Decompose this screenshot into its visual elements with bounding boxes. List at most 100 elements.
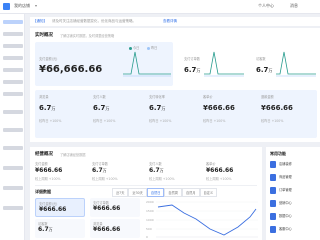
app-root: 我的店铺 ▾ 个人中心 消息 【通知】 请及时关注店铺经营数据变化，优化商品与运… <box>0 0 320 240</box>
metric-value: 6.7万 <box>39 104 56 112</box>
data-icon <box>270 213 276 220</box>
metric-compare: 较昨日 +100% <box>261 119 284 123</box>
metric-compare: 较昨日 +100% <box>93 119 116 123</box>
divider <box>35 185 257 186</box>
overview-title: 经营概况 <box>35 152 53 157</box>
y-tick: 2000 <box>146 200 154 204</box>
orders-label: 支付订单数 <box>184 57 200 61</box>
trend-chart: 2000 1500 1000 500 0 <box>146 200 258 239</box>
shortcut-label: 店铺装修 <box>279 162 292 166</box>
metric-compare: 较上周期 +100% <box>92 177 118 181</box>
visitors-value: 6.7万 <box>256 66 273 74</box>
detail-card[interactable]: 支付订单数 ¥666.66 <box>90 198 140 217</box>
nav-item[interactable] <box>3 146 23 150</box>
nav-item[interactable] <box>3 32 23 36</box>
metric-value: ¥666.66 <box>203 104 235 112</box>
overview-card: 支付人数 6.7万 较上周期 +100% <box>149 161 199 183</box>
tab-7-days[interactable]: 近7天 <box>112 188 129 197</box>
shortcut-item[interactable]: 营销中心 <box>270 199 310 209</box>
nav-item[interactable] <box>3 92 23 96</box>
tab-30-days[interactable]: 近30天 <box>128 188 147 197</box>
metric-compare: 较上周期 +100% <box>206 177 232 181</box>
nav-item[interactable] <box>3 44 23 48</box>
top-bar: 我的店铺 ▾ 个人中心 消息 <box>0 0 320 14</box>
left-navigation <box>0 14 25 240</box>
detail-card-selected[interactable]: 支付金额(元) ¥666.66 <box>35 198 85 217</box>
y-tick: 0 <box>146 235 148 239</box>
detail-title: 详细数据 <box>35 189 51 194</box>
notice-tag: 【通知】 <box>33 19 47 23</box>
tab-natural-day[interactable]: 自然日 <box>146 188 165 197</box>
shortcut-label: 订单管理 <box>279 188 292 192</box>
shortcut-item[interactable]: 店铺装修 <box>270 160 310 170</box>
y-tick: 1500 <box>146 209 154 213</box>
metric-value: ¥666.66 <box>206 167 234 174</box>
notice-bar: 【通知】 请及时关注店铺经营数据变化，优化商品与运营策略。 查看详情 <box>30 17 320 26</box>
shortcut-label: 营销中心 <box>279 201 292 205</box>
shortcut-label: 数据中心 <box>279 214 292 218</box>
overview-panel: 经营概况 了解店铺经营数据 支付金额 ¥666.66 较上周期 +100% 支付… <box>30 147 262 240</box>
metric-compare: 较上周期 +100% <box>149 177 175 181</box>
store-icon <box>270 161 276 168</box>
metric-label: 支付转化率 <box>149 95 165 99</box>
metric-value: ¥666.66 <box>93 205 121 212</box>
metric-compare: 较昨日 +100% <box>39 119 62 123</box>
detail-card[interactable]: 访客数 6.7万 <box>35 219 85 238</box>
metric-value: 6.7万 <box>93 104 110 112</box>
overview-subtitle: 了解店铺经营数据 <box>60 153 86 157</box>
y-tick: 500 <box>146 227 152 231</box>
metric-label: 支付订单数 <box>92 162 108 166</box>
shortcut-label: 客服中心 <box>279 227 292 231</box>
realtime-title: 实时概况 <box>35 33 53 38</box>
tab-natural-month[interactable]: 自然月 <box>181 188 200 197</box>
period-tabs: 近7天 近30天 自然日 自然周 自然月 自定义 <box>112 188 218 197</box>
metric-compare: 较昨日 +100% <box>203 119 226 123</box>
nav-item[interactable] <box>3 80 23 84</box>
orders-mini-card: 支付订单数 6.7万 <box>180 42 246 86</box>
metric-value: 6.7万 <box>149 167 164 174</box>
nav-item[interactable] <box>3 166 23 170</box>
nav-item-home[interactable] <box>3 20 23 24</box>
row-metrics: 浏览量 6.7万 较昨日 +100% 支付人数 6.7万 较昨日 +100% 支… <box>35 90 317 138</box>
nav-item[interactable] <box>3 68 23 72</box>
metric-label: 支付人数 <box>149 162 162 166</box>
chevron-down-icon[interactable]: ▾ <box>35 3 37 8</box>
main-sparkline <box>123 51 171 77</box>
shortcut-item[interactable]: 客服中心 <box>270 225 310 235</box>
visitors-sparkline <box>276 51 316 77</box>
visitors-mini-card: 访客数 6.7万 <box>252 42 318 86</box>
detail-card[interactable]: 浏览量 ¥666.66 <box>90 219 140 238</box>
metric-label: 支付金额 <box>35 162 48 166</box>
tab-natural-week[interactable]: 自然周 <box>164 188 182 197</box>
shop-selector[interactable]: 我的店铺 <box>14 3 30 9</box>
overview-card: 客单价 ¥666.66 较上周期 +100% <box>206 161 258 183</box>
metric-value: ¥666.66 <box>261 104 293 112</box>
user-center-link[interactable]: 个人中心 <box>258 3 274 9</box>
metric-label: 退款金额 <box>261 95 274 99</box>
metric-label: 支付人数 <box>93 95 106 99</box>
metric-compare: 较上周期 +100% <box>35 177 61 181</box>
metric-value: ¥666.66 <box>93 226 121 233</box>
shortcut-item[interactable]: 数据中心 <box>270 212 310 222</box>
nav-item[interactable] <box>3 110 23 114</box>
nav-item[interactable] <box>3 56 23 60</box>
tab-custom[interactable]: 自定义 <box>199 188 218 197</box>
shortcut-title: 常用功能 <box>270 151 286 156</box>
shortcut-item[interactable]: 商品管理 <box>270 173 310 183</box>
metric-compare: 较昨日 +100% <box>149 119 172 123</box>
metric-value: 6.7万 <box>92 167 107 174</box>
nav-item[interactable] <box>3 206 23 210</box>
notice-detail-link[interactable]: 查看详情 <box>163 19 177 24</box>
marketing-icon <box>270 200 276 207</box>
overview-card: 支付订单数 6.7万 较上周期 +100% <box>92 161 142 183</box>
service-icon <box>270 226 276 233</box>
metric-value: 6.7万 <box>149 104 166 112</box>
shortcut-item[interactable]: 订单管理 <box>270 186 310 196</box>
nav-item[interactable] <box>3 128 23 132</box>
realtime-panel: 实时概况 了解店铺实时数据，及时调整经营策略 今日 昨日 支付金额(元) ¥66… <box>30 28 320 142</box>
realtime-main-card: 今日 昨日 支付金额(元) ¥66,666.66 <box>35 42 173 86</box>
shortcut-label: 商品管理 <box>279 175 292 179</box>
nav-item[interactable] <box>3 186 23 190</box>
orders-sparkline <box>204 51 244 77</box>
messages-link[interactable]: 消息 <box>290 3 298 9</box>
